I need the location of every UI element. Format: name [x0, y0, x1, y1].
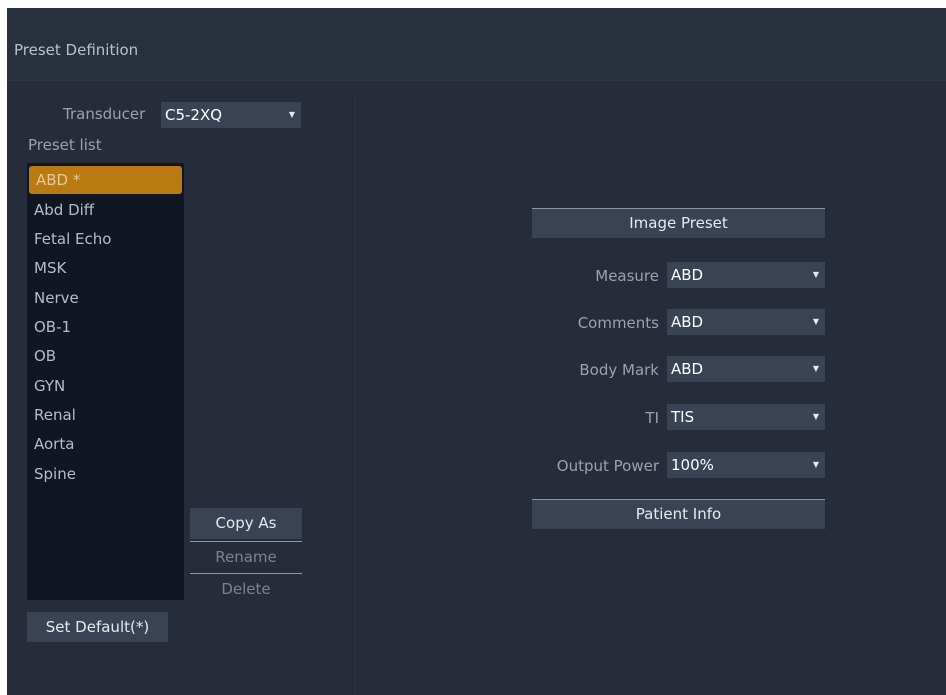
preset-item-ob-1[interactable]: OB-1 — [27, 313, 184, 341]
output-power-select[interactable]: 100% ▼ — [667, 452, 825, 478]
transducer-select[interactable]: C5-2XQ ▼ — [161, 102, 301, 128]
dropdown-arrow-icon: ▼ — [812, 460, 819, 469]
dropdown-arrow-icon: ▼ — [812, 270, 819, 279]
copy-as-button[interactable]: Copy As — [190, 508, 302, 539]
window-title: Preset Definition — [14, 41, 139, 59]
body-mark-select[interactable]: ABD ▼ — [667, 356, 825, 382]
rename-button[interactable]: Rename — [190, 541, 302, 572]
body-mark-label: Body Mark — [579, 361, 659, 379]
preset-list[interactable]: ABD * Abd Diff Fetal Echo MSK Nerve OB-1… — [27, 163, 184, 600]
preset-item-fetal-echo[interactable]: Fetal Echo — [27, 225, 184, 253]
preset-item-abd[interactable]: ABD * — [29, 166, 182, 194]
comments-select[interactable]: ABD ▼ — [667, 309, 825, 335]
delete-button[interactable]: Delete — [190, 573, 302, 604]
patient-info-header[interactable]: Patient Info — [532, 499, 825, 529]
output-power-label: Output Power — [556, 457, 659, 475]
preset-item-renal[interactable]: Renal — [27, 401, 184, 429]
panel-divider — [353, 98, 355, 695]
measure-label: Measure — [595, 267, 659, 285]
body-mark-value: ABD — [671, 360, 704, 378]
set-default-button[interactable]: Set Default(*) — [27, 612, 168, 642]
transducer-value: C5-2XQ — [165, 106, 223, 124]
preset-item-nerve[interactable]: Nerve — [27, 284, 184, 312]
preset-item-abd-diff[interactable]: Abd Diff — [27, 196, 184, 224]
ti-select[interactable]: TIS ▼ — [667, 404, 825, 430]
preset-item-spine[interactable]: Spine — [27, 460, 184, 488]
ti-label: TI — [645, 409, 659, 427]
dropdown-arrow-icon: ▼ — [288, 110, 295, 119]
comments-label: Comments — [577, 314, 659, 332]
dropdown-arrow-icon: ▼ — [812, 317, 819, 326]
preset-list-label: Preset list — [28, 136, 102, 154]
measure-value: ABD — [671, 266, 704, 284]
transducer-label: Transducer — [63, 105, 146, 123]
ti-value: TIS — [671, 408, 695, 426]
output-power-value: 100% — [671, 456, 714, 474]
dropdown-arrow-icon: ▼ — [812, 364, 819, 373]
dropdown-arrow-icon: ▼ — [812, 412, 819, 421]
title-bar: Preset Definition — [7, 8, 946, 81]
preset-definition-window: Preset Definition Transducer C5-2XQ ▼ Pr… — [7, 8, 946, 695]
measure-select[interactable]: ABD ▼ — [667, 262, 825, 288]
image-preset-header[interactable]: Image Preset — [532, 208, 825, 238]
preset-item-aorta[interactable]: Aorta — [27, 430, 184, 458]
preset-item-gyn[interactable]: GYN — [27, 372, 184, 400]
preset-item-msk[interactable]: MSK — [27, 254, 184, 282]
preset-item-ob[interactable]: OB — [27, 342, 184, 370]
comments-value: ABD — [671, 313, 704, 331]
